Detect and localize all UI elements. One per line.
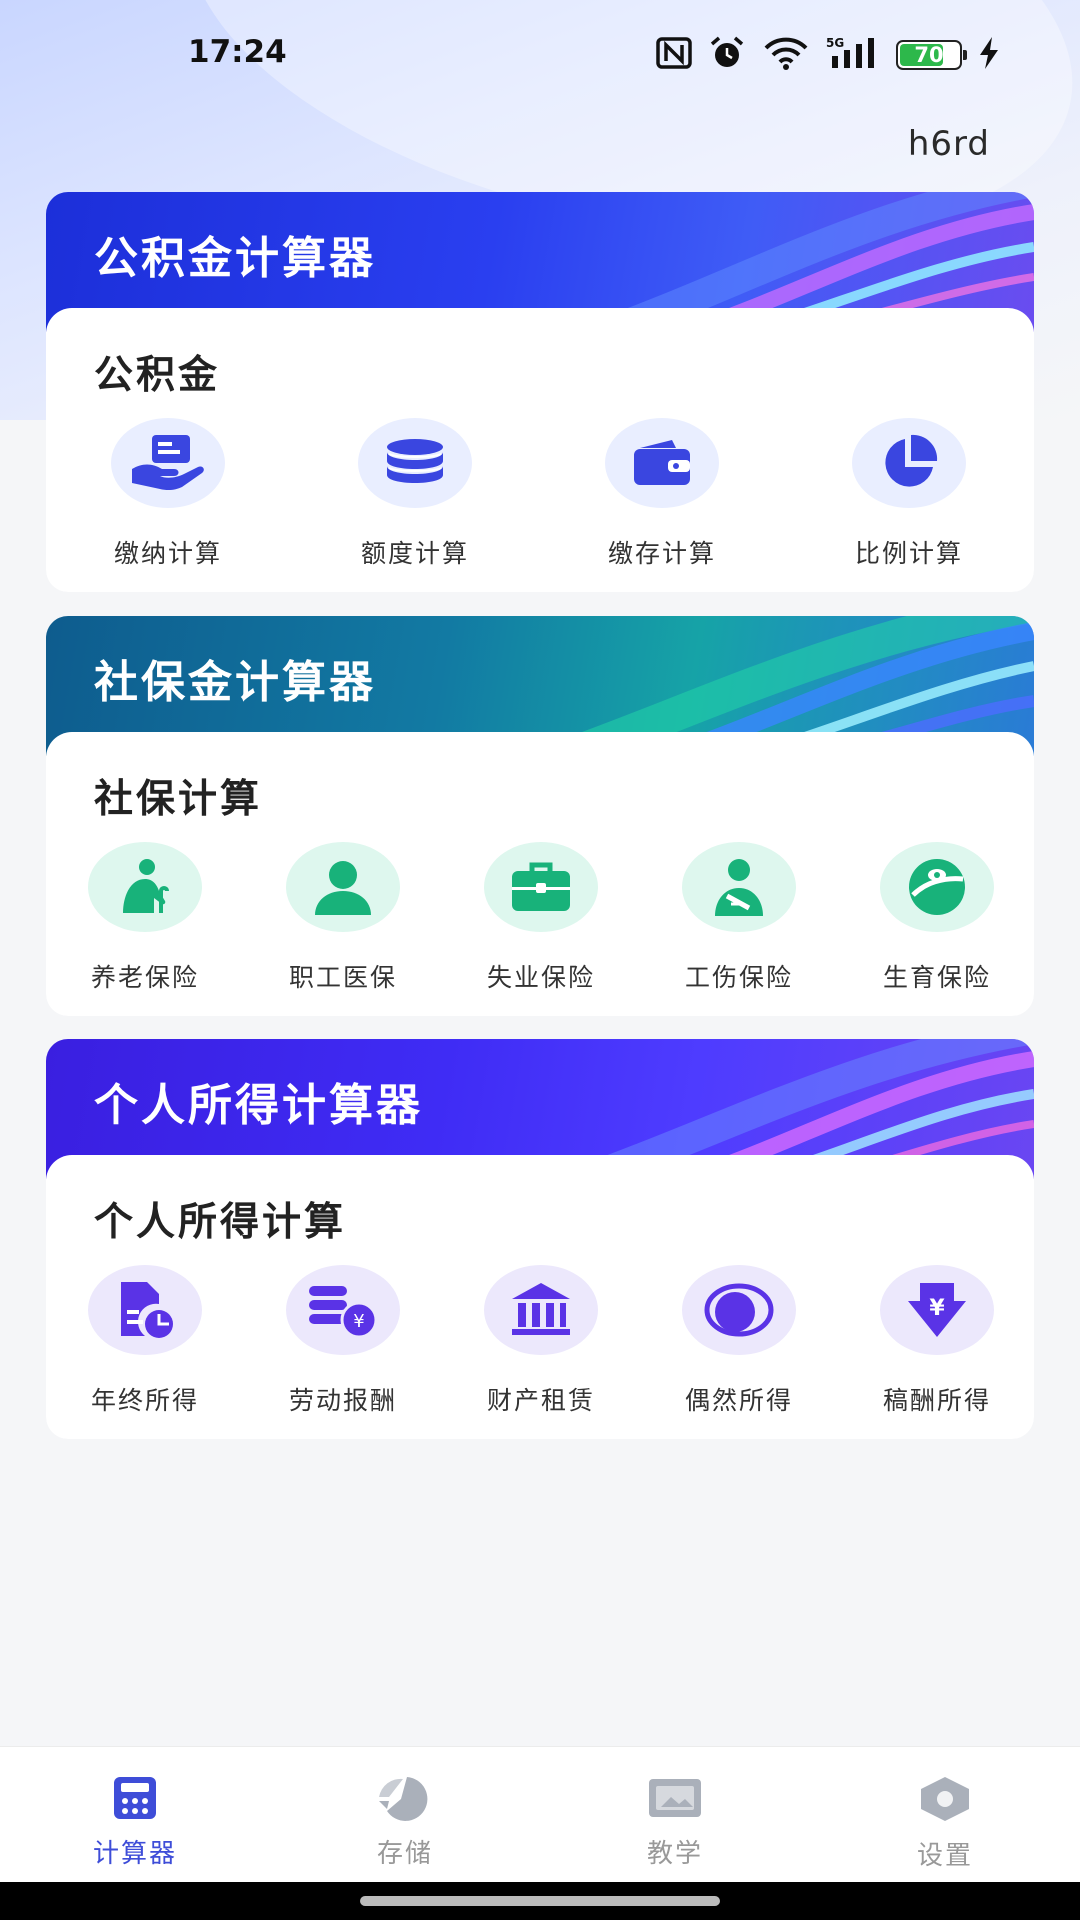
- item-label: 工伤保险: [684, 963, 793, 992]
- battery-icon: 70: [896, 40, 967, 70]
- report-icon: [88, 1265, 202, 1355]
- calculator-icon: [112, 1775, 158, 1825]
- storage-icon: [377, 1775, 433, 1825]
- status-bar: 17:24 5G 70: [0, 0, 1080, 110]
- item-label: 比例计算: [854, 539, 963, 568]
- item-quota-calc[interactable]: 额度计算: [358, 418, 472, 570]
- item-label: 缴存计算: [607, 539, 716, 568]
- housing-fund-body: 公积金 缴纳计算 额度计算 缴存计算 比例计算: [46, 308, 1034, 592]
- baby-icon: [880, 842, 994, 932]
- charging-icon: [978, 36, 1000, 74]
- item-label: 稿酬所得: [882, 1386, 991, 1415]
- item-maternity-insurance[interactable]: 生育保险: [880, 842, 994, 994]
- item-label: 财产租赁: [486, 1386, 595, 1415]
- svg-text:¥: ¥: [929, 1296, 945, 1321]
- item-label: 年终所得: [90, 1386, 199, 1415]
- battery-level: 70: [914, 43, 944, 67]
- svg-text:5G: 5G: [826, 36, 844, 50]
- injury-icon: [682, 842, 796, 932]
- tab-label: 存储: [376, 1839, 433, 1869]
- item-label: 失业保险: [486, 963, 595, 992]
- tab-label: 计算器: [92, 1839, 177, 1869]
- section-title: 公积金: [94, 353, 221, 398]
- system-navigation-bar: [0, 1882, 1080, 1920]
- item-injury-insurance[interactable]: 工伤保险: [682, 842, 796, 994]
- item-medical-insurance[interactable]: 职工医保: [286, 842, 400, 994]
- tab-label: 设置: [916, 1841, 973, 1871]
- item-label: 养老保险: [90, 963, 199, 992]
- item-year-end-income[interactable]: 年终所得: [88, 1265, 202, 1417]
- elder-icon: [88, 842, 202, 932]
- banner-title: 个人所得计算器: [94, 1080, 423, 1131]
- bottom-tab-bar: 计算器 存储 教学 设置: [0, 1746, 1080, 1882]
- item-label: 职工医保: [288, 963, 397, 992]
- coins-icon: ¥: [286, 1265, 400, 1355]
- item-label: 生育保险: [882, 963, 991, 992]
- item-label: 额度计算: [360, 539, 469, 568]
- wallet-icon: [605, 418, 719, 508]
- item-payment-calc[interactable]: 缴纳计算: [111, 418, 225, 570]
- database-icon: [358, 418, 472, 508]
- personal-income-body: 个人所得计算 年终所得 ¥ 劳动报酬 财产租赁 偶然所得 ¥ 稿酬所得: [46, 1155, 1034, 1439]
- yen-down-icon: ¥: [880, 1265, 994, 1355]
- signal-5g-icon: 5G: [826, 36, 880, 74]
- social-security-body: 社保计算 养老保险 职工医保 失业保险 工伤保险 生育保险: [46, 732, 1034, 1016]
- item-incidental-income[interactable]: 偶然所得: [682, 1265, 796, 1417]
- briefcase-icon: [484, 842, 598, 932]
- item-label: 缴纳计算: [113, 539, 222, 568]
- tab-teaching[interactable]: 教学: [540, 1747, 810, 1882]
- personal-income-card: 个人所得计算器 个人所得计算 年终所得 ¥ 劳动报酬 财产租赁 偶然所得 ¥ 稿…: [46, 1039, 1034, 1439]
- status-time: 17:24: [188, 34, 287, 70]
- tab-label: 教学: [646, 1839, 703, 1869]
- item-deposit-calc[interactable]: 缴存计算: [605, 418, 719, 570]
- pie-icon: [852, 418, 966, 508]
- tab-calculator[interactable]: 计算器: [0, 1747, 270, 1882]
- settings-icon: [917, 1775, 973, 1827]
- banner-title: 公积金计算器: [94, 233, 376, 284]
- home-indicator[interactable]: [360, 1896, 720, 1906]
- user-code[interactable]: h6rd: [908, 124, 990, 164]
- item-pension-insurance[interactable]: 养老保险: [88, 842, 202, 994]
- item-label: 劳动报酬: [288, 1386, 397, 1415]
- tab-storage[interactable]: 存储: [270, 1747, 540, 1882]
- housing-fund-card: 公积金计算器 公积金 缴纳计算 额度计算 缴存计算 比例计算: [46, 192, 1034, 592]
- item-labor-income[interactable]: ¥ 劳动报酬: [286, 1265, 400, 1417]
- nfc-icon: [656, 37, 692, 73]
- tab-settings[interactable]: 设置: [810, 1747, 1080, 1882]
- wifi-icon: [762, 36, 810, 74]
- item-unemployment-insurance[interactable]: 失业保险: [484, 842, 598, 994]
- hand-card-icon: [111, 418, 225, 508]
- item-royalty-income[interactable]: ¥ 稿酬所得: [880, 1265, 994, 1417]
- item-ratio-calc[interactable]: 比例计算: [852, 418, 966, 570]
- svg-text:¥: ¥: [353, 1311, 364, 1332]
- section-title: 个人所得计算: [94, 1200, 347, 1245]
- teaching-icon: [647, 1775, 703, 1825]
- bank-icon: [484, 1265, 598, 1355]
- alarm-icon: [708, 36, 746, 74]
- person-icon: [286, 842, 400, 932]
- banner-title: 社保金计算器: [94, 657, 376, 708]
- planet-icon: [682, 1265, 796, 1355]
- social-security-card: 社保金计算器 社保计算 养老保险 职工医保 失业保险 工伤保险 生育保险: [46, 616, 1034, 1016]
- item-label: 偶然所得: [684, 1386, 793, 1415]
- section-title: 社保计算: [94, 777, 263, 822]
- item-property-lease[interactable]: 财产租赁: [484, 1265, 598, 1417]
